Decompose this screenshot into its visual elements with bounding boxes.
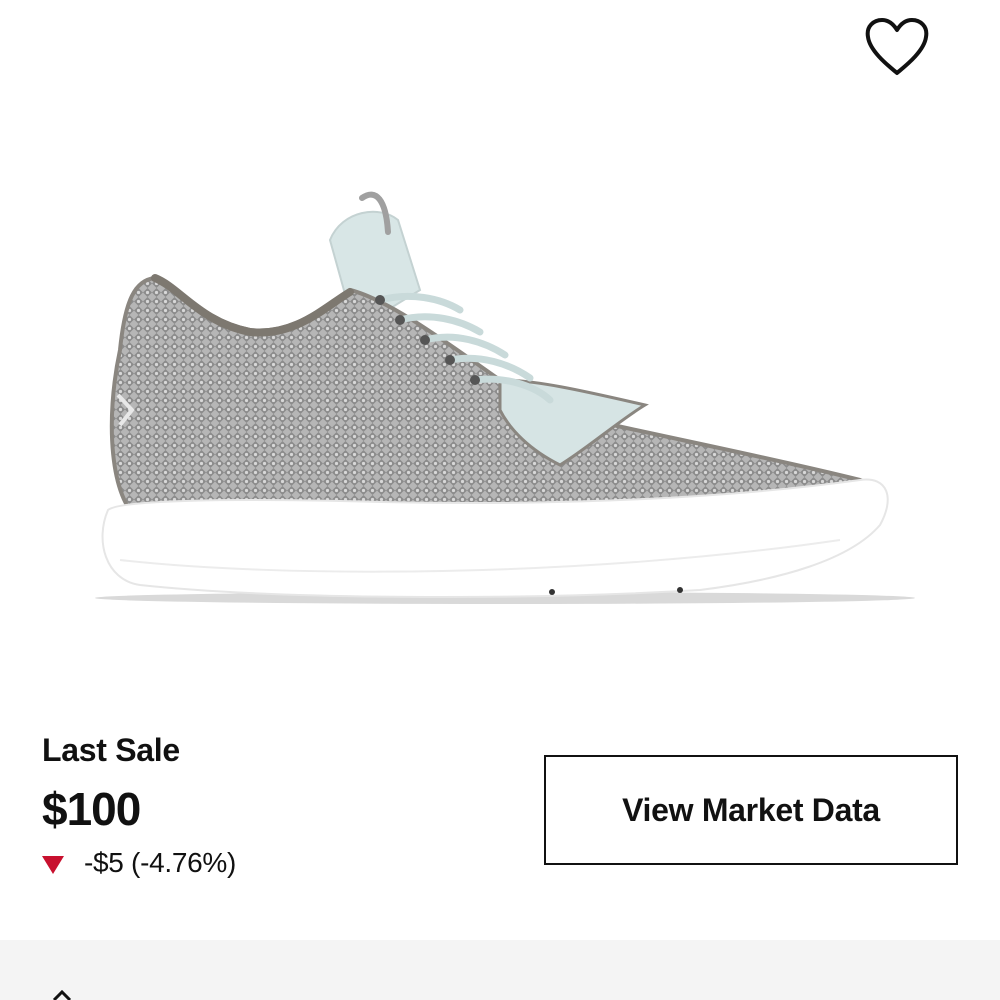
view-market-data-button[interactable]: View Market Data — [544, 755, 958, 865]
sneaker-image — [95, 191, 915, 604]
last-sale-price: $100 — [42, 783, 141, 835]
price-change: -$5 (-4.76%) — [42, 846, 502, 880]
down-triangle-icon — [42, 856, 64, 874]
product-page: Last Sale $100 -$5 (-4.76%) View Market … — [0, 0, 1000, 1000]
last-sale-label: Last Sale — [42, 732, 180, 768]
favorite-button[interactable] — [858, 12, 936, 82]
price-change-value: -$5 (-4.76%) — [84, 847, 237, 878]
heart-outline-icon — [865, 18, 929, 75]
chevron-up-icon[interactable] — [52, 990, 72, 1000]
bottom-panel — [0, 940, 1000, 1000]
last-sale-section: Last Sale $100 -$5 (-4.76%) — [42, 730, 502, 880]
